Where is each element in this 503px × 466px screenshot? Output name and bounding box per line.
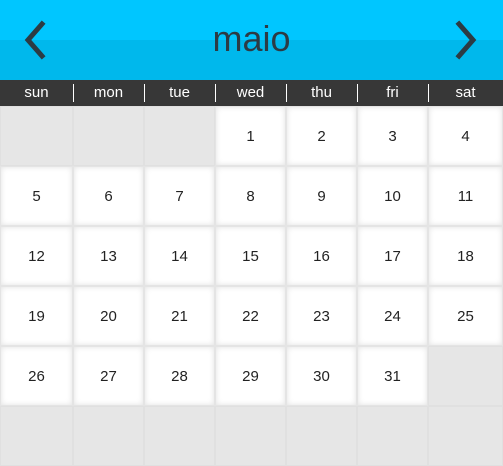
day-cell-12[interactable]: 12 xyxy=(0,226,73,286)
day-number: 14 xyxy=(171,248,188,265)
day-cell-5[interactable]: 5 xyxy=(0,166,73,226)
weekday-fri: fri xyxy=(357,80,428,106)
day-cell-17[interactable]: 17 xyxy=(357,226,428,286)
day-cell-19[interactable]: 19 xyxy=(0,286,73,346)
day-number: 23 xyxy=(313,308,330,325)
next-month-button[interactable] xyxy=(447,20,483,60)
day-number: 8 xyxy=(246,188,255,205)
day-cell-21[interactable]: 21 xyxy=(144,286,215,346)
day-cell-11[interactable]: 11 xyxy=(428,166,503,226)
empty-day-cell xyxy=(428,406,503,466)
empty-day-cell xyxy=(0,406,73,466)
day-cell-22[interactable]: 22 xyxy=(215,286,286,346)
day-cell-15[interactable]: 15 xyxy=(215,226,286,286)
day-cell-31[interactable]: 31 xyxy=(357,346,428,406)
day-number: 26 xyxy=(28,368,45,385)
weekday-tue: tue xyxy=(144,80,215,106)
day-number: 10 xyxy=(384,188,401,205)
day-cell-13[interactable]: 13 xyxy=(73,226,144,286)
day-number: 2 xyxy=(317,128,326,145)
weekday-thu: thu xyxy=(286,80,357,106)
day-number: 15 xyxy=(242,248,259,265)
weekday-header-row: sun mon tue wed thu fri sat xyxy=(0,80,503,106)
day-cell-9[interactable]: 9 xyxy=(286,166,357,226)
day-number: 16 xyxy=(313,248,330,265)
day-number: 9 xyxy=(317,188,326,205)
empty-day-cell xyxy=(428,346,503,406)
day-number: 19 xyxy=(28,308,45,325)
empty-day-cell xyxy=(357,406,428,466)
empty-day-cell xyxy=(286,406,357,466)
day-cell-2[interactable]: 2 xyxy=(286,106,357,166)
day-cell-30[interactable]: 30 xyxy=(286,346,357,406)
day-cell-29[interactable]: 29 xyxy=(215,346,286,406)
weekday-sun: sun xyxy=(24,84,49,101)
day-number: 20 xyxy=(100,308,117,325)
day-number: 3 xyxy=(388,128,397,145)
day-number: 12 xyxy=(28,248,45,265)
day-cell-27[interactable]: 27 xyxy=(73,346,144,406)
day-grid: 1 2 3 4 5 6 7 8 9 10 11 12 13 14 15 16 17 18 19 20 21 22 23 24 2… xyxy=(0,106,503,466)
day-cell-16[interactable]: 16 xyxy=(286,226,357,286)
empty-day-cell xyxy=(215,406,286,466)
day-cell-8[interactable]: 8 xyxy=(215,166,286,226)
day-number: 29 xyxy=(242,368,259,385)
day-number: 18 xyxy=(457,248,474,265)
weekday-sat: sat xyxy=(428,80,503,106)
day-cell-20[interactable]: 20 xyxy=(73,286,144,346)
day-number: 25 xyxy=(457,308,474,325)
day-number: 1 xyxy=(246,128,255,145)
day-number: 7 xyxy=(175,188,184,205)
empty-day-cell xyxy=(73,406,144,466)
day-number: 28 xyxy=(171,368,188,385)
empty-day-cell xyxy=(73,106,144,166)
day-cell-7[interactable]: 7 xyxy=(144,166,215,226)
day-number: 5 xyxy=(32,188,41,205)
day-number: 21 xyxy=(171,308,188,325)
day-cell-3[interactable]: 3 xyxy=(357,106,428,166)
weekday-mon: mon xyxy=(73,80,144,106)
weekday-wed: wed xyxy=(215,80,286,106)
day-cell-24[interactable]: 24 xyxy=(357,286,428,346)
day-cell-28[interactable]: 28 xyxy=(144,346,215,406)
day-cell-26[interactable]: 26 xyxy=(0,346,73,406)
day-cell-1[interactable]: 1 xyxy=(215,106,286,166)
calendar-widget: maio sun mon tue wed thu fri sat 1 2 3 4 5 6 7 8 9 10 11… xyxy=(0,0,503,466)
day-cell-10[interactable]: 10 xyxy=(357,166,428,226)
day-number: 4 xyxy=(461,128,470,145)
month-title: maio xyxy=(212,18,291,59)
day-cell-18[interactable]: 18 xyxy=(428,226,503,286)
day-number: 11 xyxy=(457,188,474,205)
empty-day-cell xyxy=(144,406,215,466)
day-number: 17 xyxy=(384,248,401,265)
calendar-header: maio xyxy=(0,0,503,80)
day-cell-14[interactable]: 14 xyxy=(144,226,215,286)
day-cell-23[interactable]: 23 xyxy=(286,286,357,346)
day-number: 22 xyxy=(242,308,259,325)
day-number: 27 xyxy=(100,368,117,385)
day-number: 31 xyxy=(384,368,401,385)
day-number: 30 xyxy=(313,368,330,385)
empty-day-cell xyxy=(144,106,215,166)
day-number: 24 xyxy=(384,308,401,325)
chevron-right-icon xyxy=(455,20,477,60)
day-cell-4[interactable]: 4 xyxy=(428,106,503,166)
empty-day-cell xyxy=(0,106,73,166)
day-number: 13 xyxy=(100,248,117,265)
day-cell-25[interactable]: 25 xyxy=(428,286,503,346)
day-cell-6[interactable]: 6 xyxy=(73,166,144,226)
day-number: 6 xyxy=(104,188,113,205)
